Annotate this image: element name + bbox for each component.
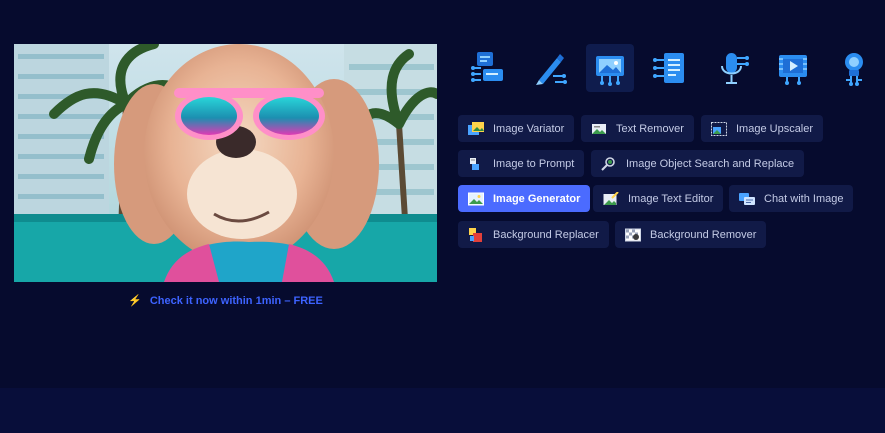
image-generator-button[interactable]: Image Generator — [458, 185, 591, 212]
image-variator-label: Image Variator — [493, 122, 565, 135]
image-to-prompt-button[interactable]: Image to Prompt — [458, 150, 585, 177]
cta-text: Check it now within 1min – FREE — [149, 295, 323, 307]
text-remover-label: Text Remover — [616, 122, 684, 135]
image-upscaler-icon — [711, 121, 727, 136]
footer-band — [0, 388, 885, 433]
image-text-editor-label: Image Text Editor — [628, 192, 714, 205]
chat-with-image-button[interactable]: Chat with Image — [729, 185, 854, 212]
magic-pen-icon — [536, 54, 567, 85]
magnifier-icon — [601, 156, 615, 171]
tab-video-tools[interactable] — [769, 44, 817, 92]
chat-with-image-icon — [739, 192, 755, 205]
background-replacer-button[interactable]: Background Replacer — [458, 221, 609, 248]
chat-bot-icon — [471, 52, 503, 82]
tab-audio-tools[interactable] — [708, 44, 756, 92]
image-text-editor-button[interactable]: Image Text Editor — [593, 185, 724, 212]
background-replacer-label: Background Replacer — [493, 228, 599, 241]
tab-chat-bot[interactable] — [464, 44, 512, 92]
image-object-search-replace-button[interactable]: Image Object Search and Replace — [591, 150, 805, 177]
chat-with-image-label: Chat with Image — [764, 192, 844, 205]
image-generator-label: Image Generator — [493, 192, 581, 205]
image-generator-icon — [468, 192, 484, 205]
image-to-prompt-label: Image to Prompt — [493, 157, 575, 170]
lightbulb-circuit-icon — [845, 53, 863, 86]
image-text-editor-icon — [603, 191, 619, 205]
background-remover-button[interactable]: Background Remover — [615, 221, 767, 248]
tab-document-tools[interactable] — [647, 44, 695, 92]
image-to-prompt-icon — [470, 157, 479, 170]
image-circuit-icon — [596, 56, 624, 86]
image-variator-icon — [468, 121, 484, 135]
tab-idea-tools[interactable] — [830, 44, 878, 92]
tab-magic-pen[interactable] — [526, 44, 574, 92]
background-replacer-icon — [469, 227, 482, 242]
hero-image — [14, 44, 437, 282]
image-upscaler-label: Image Upscaler — [736, 122, 814, 135]
background-remover-label: Background Remover — [650, 228, 757, 241]
microphone-circuit-icon — [721, 53, 749, 84]
text-remover-button[interactable]: Text Remover — [581, 115, 694, 142]
image-object-search-replace-label: Image Object Search and Replace — [626, 157, 795, 170]
cta-link[interactable]: ⚡ Check it now within 1min – FREE — [14, 294, 437, 307]
image-upscaler-button[interactable]: Image Upscaler — [701, 115, 824, 142]
document-circuit-icon — [653, 53, 684, 83]
image-variator-button[interactable]: Image Variator — [458, 115, 575, 142]
video-circuit-icon — [779, 55, 807, 85]
text-remover-icon — [592, 123, 606, 134]
lightning-icon: ⚡ — [128, 295, 142, 307]
tab-image-tools[interactable] — [586, 44, 634, 92]
background-remover-icon — [625, 228, 641, 241]
